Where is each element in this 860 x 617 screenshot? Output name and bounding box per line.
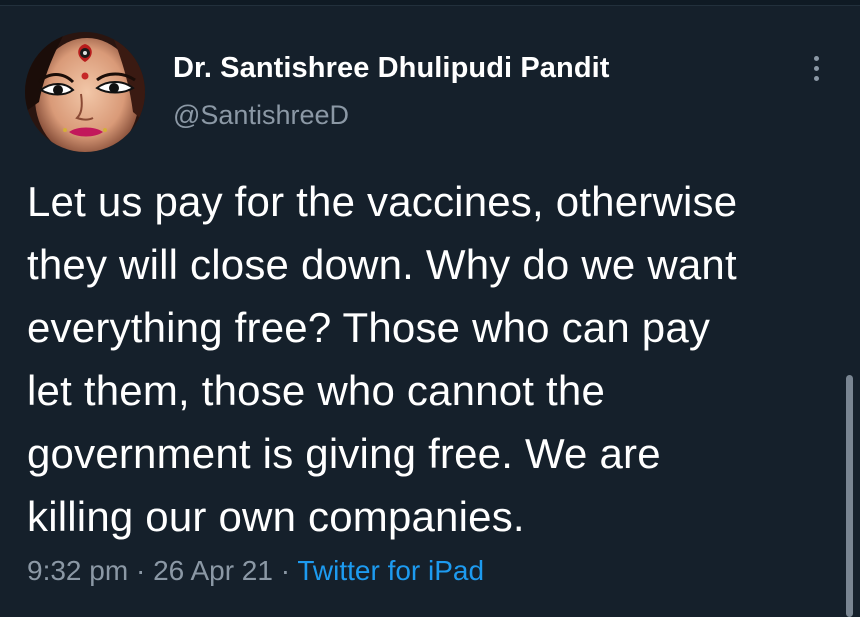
meta-separator: ·	[280, 555, 291, 586]
tweet-text-line: let them, those who cannot the	[27, 367, 606, 414]
more-options-button[interactable]	[800, 48, 832, 88]
tweet-text-line: everything free? Those who can pay	[27, 304, 711, 351]
tweet-text-line: Let us pay for the vaccines, otherwise	[27, 178, 738, 225]
user-handle[interactable]: @SantishreeD	[173, 100, 349, 131]
meta-separator: ·	[135, 555, 146, 586]
display-name[interactable]: Dr. Santishree Dhulipudi Pandit	[173, 52, 610, 85]
tweet-text-line: government is giving free. We are	[27, 430, 661, 477]
tweet-date[interactable]: 26 Apr 21	[153, 555, 273, 586]
top-divider	[0, 0, 860, 6]
tweet-time[interactable]: 9:32 pm	[27, 555, 128, 586]
avatar[interactable]	[25, 32, 145, 152]
more-vertical-icon	[813, 55, 819, 61]
tweet-meta: 9:32 pm · 26 Apr 21 · Twitter for iPad	[27, 555, 484, 587]
more-vertical-icon-dot	[813, 75, 819, 81]
tweet-source-link[interactable]: Twitter for iPad	[297, 555, 484, 586]
scrollbar-thumb[interactable]	[846, 375, 853, 617]
tweet-text: Let us pay for the vaccines, otherwise t…	[27, 170, 842, 548]
tweet-text-line: killing our own companies.	[27, 493, 525, 540]
avatar-image	[25, 32, 145, 152]
more-vertical-icon-dot	[813, 65, 819, 71]
tweet-text-line: they will close down. Why do we want	[27, 241, 737, 288]
